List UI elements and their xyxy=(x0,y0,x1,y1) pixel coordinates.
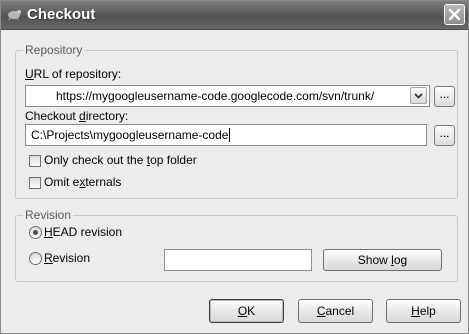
url-dropdown-button[interactable] xyxy=(410,87,427,104)
top-folder-checkbox[interactable] xyxy=(29,155,41,167)
revision-number-input[interactable] xyxy=(164,249,312,271)
ok-label-post: K xyxy=(247,304,256,318)
checkout-directory-input[interactable]: C:\Projects\mygoogleusername-code xyxy=(25,124,427,146)
revision-radio[interactable] xyxy=(29,252,42,265)
show-log-button[interactable]: Show log xyxy=(323,249,442,271)
head-revision-label: HEAD revision xyxy=(44,225,123,239)
help-label-mnemonic: H xyxy=(411,304,420,318)
directory-browse-button[interactable]: ... xyxy=(434,125,455,146)
head-revision-radio[interactable] xyxy=(29,226,42,239)
title-bar[interactable]: Checkout xyxy=(1,1,468,30)
ok-button[interactable]: OK xyxy=(209,299,284,323)
browse-label: ... xyxy=(439,87,450,101)
url-browse-button[interactable]: ... xyxy=(434,86,455,107)
close-button[interactable] xyxy=(444,4,465,25)
revision-label: Revision xyxy=(44,251,91,265)
url-label: URL of repository: xyxy=(25,67,122,81)
url-combobox[interactable]: https://mygoogleusername-code.googlecode… xyxy=(25,85,430,107)
ok-label-mnemonic: O xyxy=(237,304,248,318)
help-button[interactable]: Help xyxy=(386,299,461,323)
checkout-dialog: Checkout Repository URL of repository: h… xyxy=(0,0,469,334)
show-log-label-pre: Show xyxy=(357,253,392,267)
help-label-post: elp xyxy=(419,304,436,318)
radio-selected-dot xyxy=(33,230,38,235)
show-log-label-post: og xyxy=(393,253,408,267)
browse-label: ... xyxy=(439,126,450,140)
window-title: Checkout xyxy=(27,6,96,23)
repository-legend: Repository xyxy=(23,43,85,57)
close-icon xyxy=(448,8,461,21)
chevron-down-icon xyxy=(414,93,423,99)
url-value: https://mygoogleusername-code.googlecode… xyxy=(56,89,375,103)
omit-externals-label: Omit externals xyxy=(44,175,122,189)
checkout-directory-value: C:\Projects\mygoogleusername-code xyxy=(31,128,229,142)
tortoise-app-icon xyxy=(7,8,21,21)
cancel-label-post: ancel xyxy=(325,304,355,318)
cancel-button[interactable]: Cancel xyxy=(298,299,373,323)
omit-externals-checkbox[interactable] xyxy=(29,177,41,189)
top-folder-label: Only check out the top folder xyxy=(44,153,197,167)
revision-legend: Revision xyxy=(23,208,74,222)
checkout-directory-label: Checkout directory: xyxy=(25,109,129,123)
